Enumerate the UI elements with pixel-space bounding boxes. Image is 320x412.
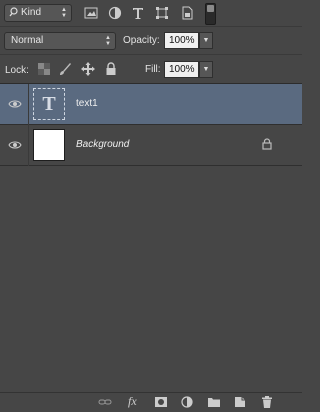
- opacity-label: Opacity:: [123, 35, 160, 46]
- layers-footer-toolbar: fx: [0, 392, 302, 412]
- smart-object-filter-icon[interactable]: [180, 6, 194, 20]
- lock-icon[interactable]: [262, 138, 272, 150]
- blend-mode-value: Normal: [11, 35, 44, 46]
- layer-divider: [28, 84, 29, 125]
- lock-all-icon[interactable]: [105, 62, 117, 76]
- filter-kind-dropdown[interactable]: Kind ▲ ▼: [4, 4, 72, 22]
- eye-icon[interactable]: [8, 139, 22, 151]
- shape-filter-icon[interactable]: [155, 6, 169, 20]
- fx-icon[interactable]: fx: [128, 394, 142, 408]
- filter-kind-label: Kind: [21, 7, 42, 18]
- layer-name[interactable]: text1: [76, 98, 98, 109]
- fill-label: Fill:: [145, 64, 161, 75]
- lock-position-icon[interactable]: [81, 62, 95, 76]
- eye-icon[interactable]: [8, 98, 22, 110]
- layer-divider: [28, 125, 29, 166]
- new-group-icon[interactable]: [207, 396, 221, 408]
- add-mask-icon[interactable]: [154, 396, 168, 408]
- new-layer-icon[interactable]: [233, 396, 247, 408]
- layer-filter-bar: Kind ▲ ▼: [0, 0, 302, 27]
- pixel-filter-icon[interactable]: [84, 6, 98, 20]
- new-adjustment-icon[interactable]: [181, 396, 195, 408]
- lock-options-bar: Lock: Fill: 100% ▼: [0, 55, 302, 84]
- background-layer-thumbnail[interactable]: [33, 129, 65, 161]
- filter-toggle-icon[interactable]: [205, 3, 216, 25]
- layer-row-background[interactable]: Background: [0, 125, 302, 166]
- layer-row-text1[interactable]: T text1: [0, 84, 302, 125]
- opacity-input[interactable]: 100%: [164, 32, 199, 49]
- link-layers-icon[interactable]: [98, 396, 112, 408]
- blend-mode-dropdown[interactable]: Normal ▲ ▼: [4, 32, 116, 50]
- chevron-updown-icon: ▲ ▼: [105, 35, 111, 47]
- chevron-updown-icon: ▲ ▼: [61, 7, 67, 19]
- text-layer-thumbnail[interactable]: T: [33, 88, 65, 120]
- delete-layer-icon[interactable]: [260, 396, 274, 408]
- opacity-dropdown-button[interactable]: ▼: [199, 32, 213, 49]
- blend-options-bar: Normal ▲ ▼ Opacity: 100% ▼: [0, 27, 302, 55]
- fill-dropdown-button[interactable]: ▼: [199, 61, 213, 78]
- lock-label: Lock:: [5, 65, 29, 76]
- lock-image-pixels-icon[interactable]: [58, 62, 72, 76]
- layer-name[interactable]: Background: [76, 139, 129, 150]
- lock-transparent-pixels-icon[interactable]: [38, 63, 50, 75]
- fill-input[interactable]: 100%: [164, 61, 199, 78]
- search-icon: [9, 5, 19, 25]
- adjustment-filter-icon[interactable]: [108, 6, 122, 20]
- type-filter-icon[interactable]: [131, 6, 145, 20]
